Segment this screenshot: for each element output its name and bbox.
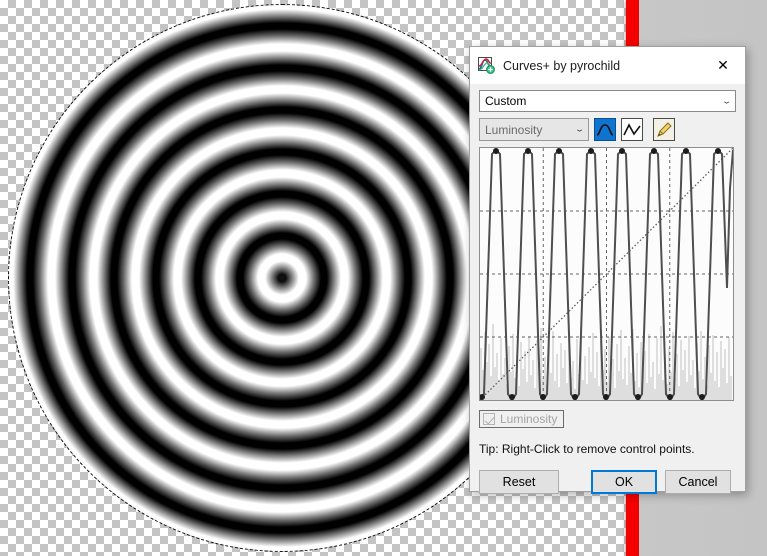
linear-curve-mode-button[interactable] — [621, 118, 643, 141]
smooth-curve-mode-button[interactable] — [594, 118, 616, 141]
dialog-body: Custom ⌄ Luminosity ⌄ Luminosity Tip: Ri… — [470, 84, 745, 494]
smooth-curve-icon — [596, 123, 614, 136]
pencil-icon — [657, 121, 672, 137]
channel-dropdown[interactable]: Luminosity ⌄ — [479, 118, 589, 141]
luminosity-checkbox[interactable]: Luminosity — [479, 410, 565, 428]
preset-value: Custom — [485, 94, 527, 108]
preset-dropdown[interactable]: Custom ⌄ — [479, 90, 736, 112]
linear-curve-icon — [623, 122, 641, 135]
reset-button[interactable]: Reset — [479, 470, 559, 494]
chevron-down-icon: ⌄ — [721, 96, 733, 105]
channel-value: Luminosity — [485, 122, 543, 137]
luminosity-checkbox-label: Luminosity — [500, 412, 558, 426]
tip-text: Tip: Right-Click to remove control point… — [479, 442, 695, 456]
ring-center-dot — [279, 275, 285, 281]
dialog-titlebar[interactable]: Curves+ by pyrochild ✕ — [470, 47, 745, 84]
dialog-button-row: Reset OK Cancel — [479, 470, 736, 494]
chevron-down-icon: ⌄ — [574, 124, 586, 134]
luminosity-checkbox-row: Luminosity — [479, 410, 736, 428]
curves-plus-dialog: Curves+ by pyrochild ✕ Custom ⌄ Luminosi… — [469, 46, 746, 494]
curve-graph-plot — [480, 148, 733, 400]
curves-plus-icon — [478, 57, 495, 74]
close-icon[interactable]: ✕ — [701, 48, 745, 84]
curve-mode-row: Luminosity ⌄ — [479, 118, 736, 141]
cancel-button[interactable]: Cancel — [665, 470, 731, 494]
curve-graph[interactable] — [479, 147, 734, 401]
dialog-title: Curves+ by pyrochild — [503, 58, 621, 73]
checkmark-icon — [483, 413, 495, 425]
ok-button[interactable]: OK — [591, 470, 657, 494]
freehand-pencil-mode-button[interactable] — [653, 118, 675, 141]
